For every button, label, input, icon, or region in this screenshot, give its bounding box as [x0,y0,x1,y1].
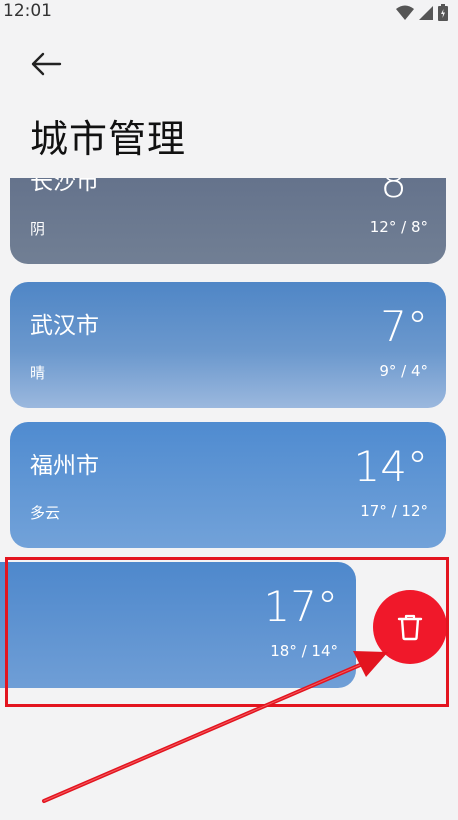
signal-icon [419,5,433,20]
weather-text: 晴 [30,364,46,382]
battery-icon [438,4,448,21]
status-icons [396,4,448,21]
status-bar: 12:01 [0,0,458,26]
temp-range: 18° / 14° [270,642,338,660]
city-name: 武汉市 [30,313,99,339]
temp-range: 12° / 8° [369,218,428,236]
trash-icon [397,614,423,641]
city-list: 长沙市 阴 8° 12° / 8° 武汉市 晴 7° 9° / 4° 福州市 多… [0,178,458,820]
status-time: 12:01 [3,1,52,21]
city-card-changsha[interactable]: 长沙市 阴 8° 12° / 8° [10,178,446,264]
temp-range: 9° / 4° [379,362,428,380]
city-card-wuhan[interactable]: 武汉市 晴 7° 9° / 4° [10,282,446,408]
current-temp: 17° [263,582,338,631]
weather-text: 多云 [30,504,61,522]
back-arrow-icon [31,52,62,76]
temp-range: 17° / 12° [360,502,428,520]
city-name: 长沙市 [30,178,99,195]
delete-button[interactable] [373,590,447,664]
current-temp: 14° [353,442,428,491]
current-temp: 7° [380,302,428,351]
wifi-icon [396,5,414,20]
page-title: 城市管理 [30,117,187,161]
city-card-swiped[interactable]: 市 17° 18° / 14° [0,562,356,688]
city-name: 福州市 [30,453,99,479]
back-button[interactable] [24,46,68,82]
city-name: 市 [0,586,1,620]
current-temp: 8° [380,178,428,207]
city-card-fuzhou[interactable]: 福州市 多云 14° 17° / 12° [10,422,446,548]
weather-text: 阴 [30,220,46,238]
